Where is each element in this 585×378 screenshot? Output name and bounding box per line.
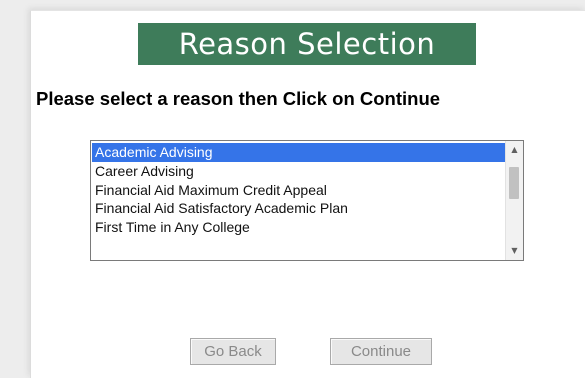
reason-option-financial-aid-sap[interactable]: Financial Aid Satisfactory Academic Plan xyxy=(92,199,505,218)
reason-option-academic-advising[interactable]: Academic Advising xyxy=(92,143,505,162)
instruction-text: Please select a reason then Click on Con… xyxy=(36,88,441,109)
reason-option-career-advising[interactable]: Career Advising xyxy=(92,162,505,181)
page-title: Reason Selection xyxy=(138,23,476,65)
scroll-down-arrow-icon[interactable]: ▼ xyxy=(506,244,523,258)
scroll-thumb[interactable] xyxy=(509,167,519,199)
continue-button[interactable]: Continue xyxy=(330,338,432,365)
reason-option-financial-aid-max-credit[interactable]: Financial Aid Maximum Credit Appeal xyxy=(92,181,505,200)
reason-listbox[interactable]: Academic Advising Career Advising Financ… xyxy=(90,140,524,261)
go-back-button[interactable]: Go Back xyxy=(190,338,276,365)
listbox-scrollbar[interactable]: ▲ ▼ xyxy=(505,141,523,260)
scroll-up-arrow-icon[interactable]: ▲ xyxy=(506,143,523,157)
reason-options: Academic Advising Career Advising Financ… xyxy=(92,143,505,237)
reason-option-first-time-college[interactable]: First Time in Any College xyxy=(92,218,505,237)
